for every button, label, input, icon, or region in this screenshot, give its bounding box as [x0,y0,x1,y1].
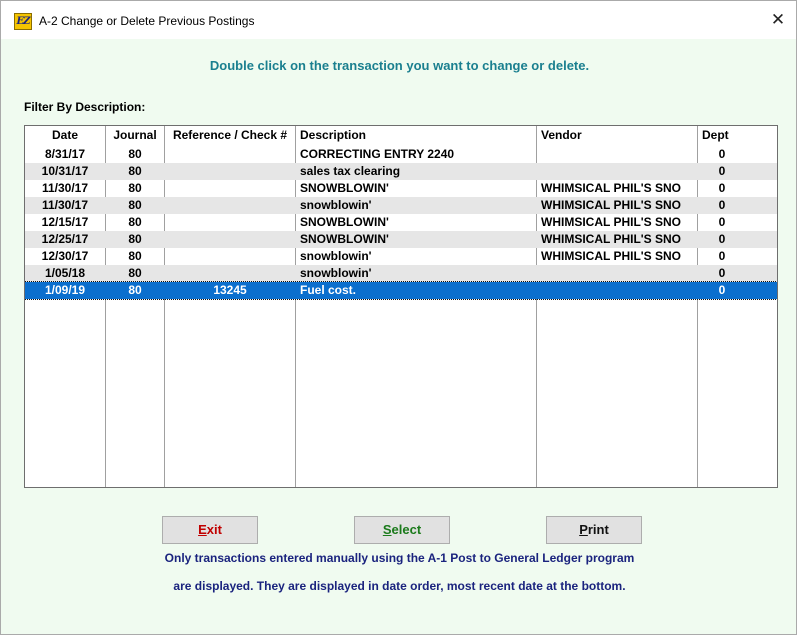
cell-dept: 0 [718,249,726,263]
cell-vendor: WHIMSICAL PHIL'S SNO [541,215,681,229]
cell-description: SNOWBLOWIN' [300,232,389,246]
select-label: elect [391,522,422,537]
column-header-date[interactable]: Date [26,128,104,145]
select-button[interactable]: Select [354,516,450,544]
title-bar[interactable]: EZ A-2 Change or Delete Previous Posting… [1,1,796,39]
cell-journal: 80 [128,249,142,263]
window-title: A-2 Change or Delete Previous Postings [39,14,255,28]
cell-vendor: WHIMSICAL PHIL'S SNO [541,181,681,195]
table-row[interactable]: 8/31/17 80 CORRECTING ENTRY 2240 0 [25,146,777,163]
cell-date: 11/30/17 [41,198,89,212]
cell-dept: 0 [718,232,726,246]
cell-reference [166,231,294,248]
cell-date: 11/30/17 [41,181,89,195]
cell-vendor [541,163,697,180]
cell-reference [166,163,294,180]
cell-dept: 0 [718,283,726,297]
cell-description: SNOWBLOWIN' [300,215,389,229]
filter-by-description-label: Filter By Description: [24,100,146,114]
table-row[interactable]: 1/09/19 80 13245 Fuel cost. 0 [25,281,777,300]
cell-vendor: WHIMSICAL PHIL'S SNO [541,232,681,246]
cell-description: CORRECTING ENTRY 2240 [300,147,455,161]
table-row[interactable]: 10/31/17 80 sales tax clearing 0 [25,163,777,180]
cell-vendor: WHIMSICAL PHIL'S SNO [541,198,681,212]
cell-vendor [541,282,697,299]
cell-description: snowblowin' [300,198,372,212]
cell-reference [166,265,294,282]
column-header-description[interactable]: Description [300,128,366,145]
cell-dept: 0 [718,164,726,178]
exit-button[interactable]: Exit [162,516,258,544]
cell-description: snowblowin' [300,249,372,263]
table-row[interactable]: 12/30/17 80 snowblowin' WHIMSICAL PHIL'S SN… [25,248,777,265]
column-header-vendor[interactable]: Vendor [541,128,582,145]
cell-journal: 80 [128,215,142,229]
cell-dept: 0 [718,198,726,212]
exit-hotkey: E [198,522,207,537]
cell-date: 10/31/17 [41,164,89,178]
table-row[interactable]: 12/15/17 80 SNOWBLOWIN' WHIMSICAL PHIL'S SN… [25,214,777,231]
table-row[interactable]: 1/05/18 80 snowblowin' 0 [25,265,777,282]
cell-reference [166,146,294,163]
cell-reference [166,197,294,214]
table-row[interactable]: 11/30/17 80 SNOWBLOWIN' WHIMSICAL PHIL'S SN… [25,180,777,197]
cell-reference: 13245 [213,283,247,297]
print-hotkey: P [579,522,588,537]
cell-description: Fuel cost. [300,283,357,297]
select-hotkey: S [382,522,392,537]
cell-dept: 0 [718,147,726,161]
exit-label: xit [206,522,222,537]
table-row[interactable]: 11/30/17 80 snowblowin' WHIMSICAL PHIL'S SN… [25,197,777,214]
info-note-line-1: Only transactions entered manually using… [164,551,635,565]
cell-description: sales tax clearing [300,164,401,178]
cell-date: 1/09/19 [44,283,86,297]
cell-reference [166,214,294,231]
column-header-dept[interactable]: Dept [702,128,729,145]
close-icon[interactable]: ✕ [763,7,793,33]
cell-date: 8/31/17 [44,147,86,161]
table-row[interactable]: 12/25/17 80 SNOWBLOWIN' WHIMSICAL PHIL'S SN… [25,231,777,248]
cell-description: snowblowin' [300,266,372,280]
cell-reference [166,248,294,265]
cell-journal: 80 [128,147,142,161]
column-header-journal[interactable]: Journal [107,128,163,145]
cell-journal: 80 [128,283,142,297]
cell-reference [166,180,294,197]
cell-date: 1/05/18 [44,266,86,280]
postings-grid[interactable]: Date Journal Reference / Check # Descrip… [24,125,778,488]
cell-journal: 80 [128,232,142,246]
column-header-reference[interactable]: Reference / Check # [166,128,294,145]
cell-journal: 80 [128,266,142,280]
cell-date: 12/30/17 [41,249,89,263]
cell-journal: 80 [128,164,142,178]
cell-date: 12/15/17 [41,215,89,229]
cell-description: SNOWBLOWIN' [300,181,389,195]
cell-dept: 0 [718,266,726,280]
change-delete-postings-window: EZ A-2 Change or Delete Previous Posting… [0,0,797,635]
cell-dept: 0 [718,181,726,195]
print-button[interactable]: Print [546,516,642,544]
cell-vendor [541,146,697,163]
app-logo-icon: EZ [14,13,32,30]
cell-journal: 80 [128,198,142,212]
print-label: rint [587,522,609,537]
info-note-line-2: are displayed. They are displayed in dat… [173,579,626,593]
cell-date: 12/25/17 [41,232,89,246]
cell-vendor: WHIMSICAL PHIL'S SNO [541,249,681,263]
cell-vendor [541,265,697,282]
cell-journal: 80 [128,181,142,195]
instruction-text: Double click on the transaction you want… [209,58,590,73]
cell-dept: 0 [718,215,726,229]
